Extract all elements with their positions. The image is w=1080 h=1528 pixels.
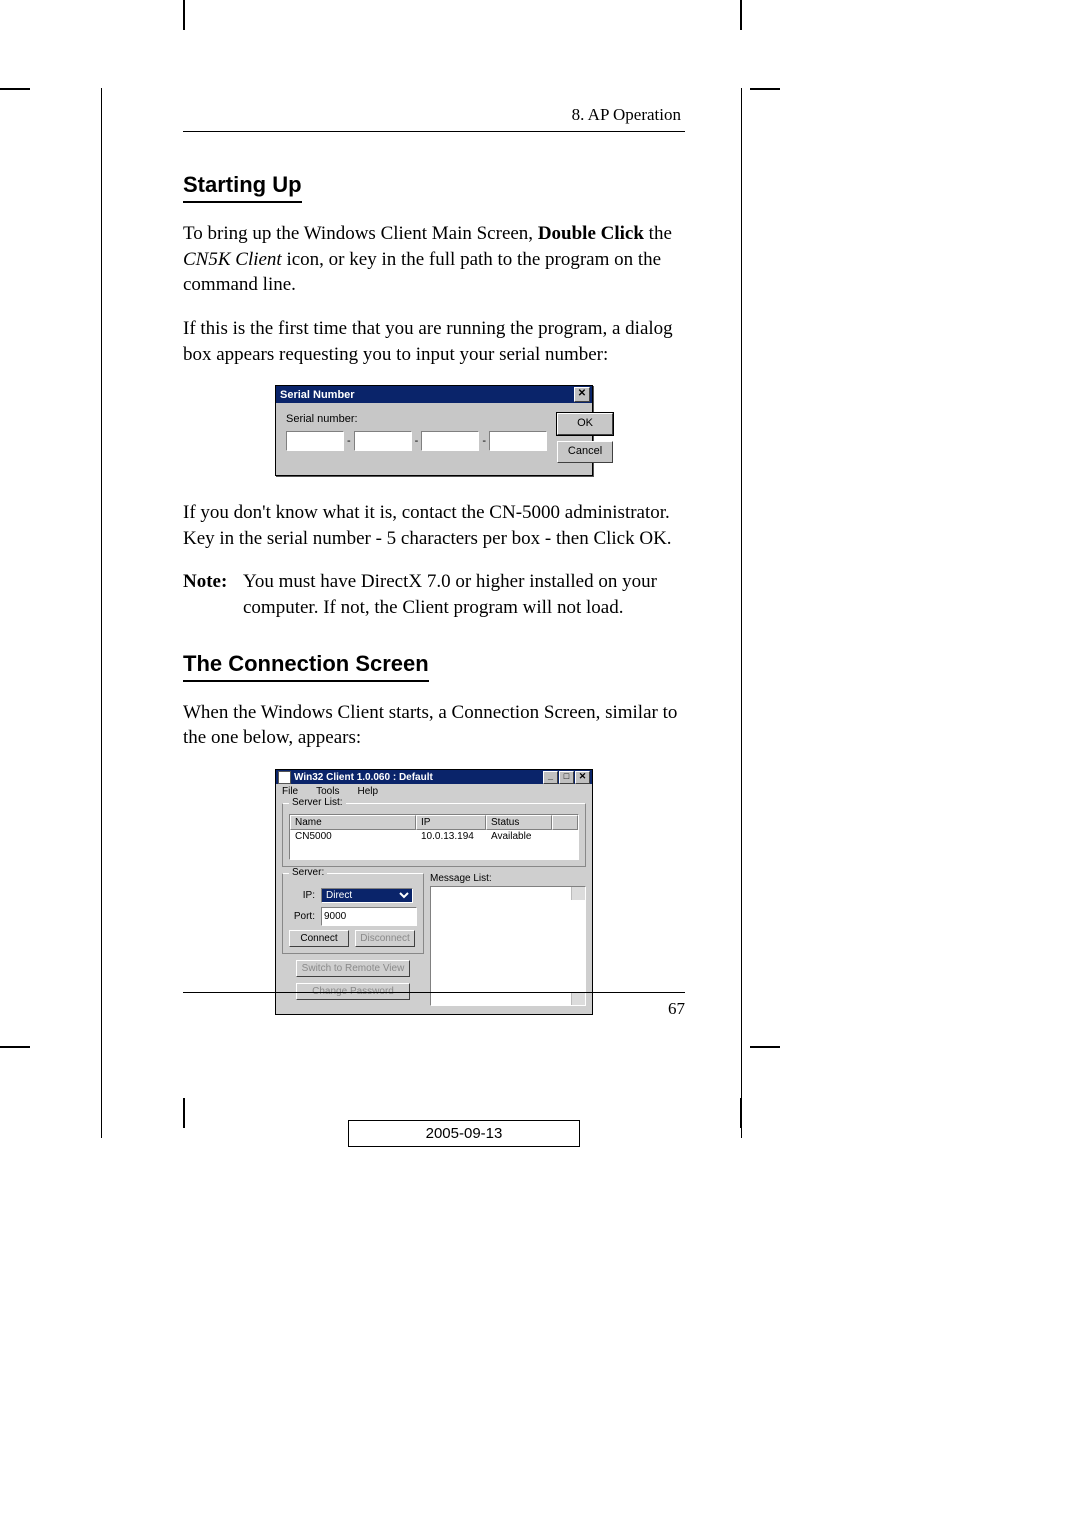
- app-icon: [278, 771, 291, 784]
- text-italic: CN5K Client: [183, 249, 282, 270]
- ip-select[interactable]: Direct: [321, 888, 413, 903]
- cancel-button[interactable]: Cancel: [557, 441, 613, 463]
- connection-window: Win32 Client 1.0.060 : Default _ □ ✕ Fil…: [275, 769, 593, 1015]
- running-head: 8. AP Operation: [183, 105, 685, 132]
- port-label: Port:: [289, 911, 315, 922]
- col-name[interactable]: Name: [290, 815, 416, 830]
- col-status[interactable]: Status: [486, 815, 552, 830]
- server-group: IP: Direct Port: Connect: [282, 873, 424, 954]
- server-list-group: Name IP Status CN5000 10.0.13.194 Availa…: [282, 803, 586, 867]
- col-ip[interactable]: IP: [416, 815, 486, 830]
- note-label: Note:: [183, 569, 243, 620]
- para-starting-up-1: To bring up the Windows Client Main Scre…: [183, 221, 685, 298]
- text-bold: Double Click: [538, 223, 644, 244]
- message-list-label: Message List:: [430, 873, 586, 884]
- footer-date: 2005-09-13: [348, 1120, 580, 1147]
- dialog-title: Serial Number: [280, 389, 574, 401]
- maximize-icon[interactable]: □: [559, 771, 574, 784]
- close-icon[interactable]: ✕: [574, 387, 590, 402]
- table-row[interactable]: CN5000 10.0.13.194 Available: [290, 830, 578, 843]
- message-list-box[interactable]: [430, 886, 586, 1006]
- serial-field-2[interactable]: [354, 431, 412, 451]
- text: the: [644, 223, 672, 244]
- text: To bring up the Windows Client Main Scre…: [183, 223, 538, 244]
- switch-remote-view-button[interactable]: Switch to Remote View: [296, 960, 410, 977]
- heading-connection-screen: The Connection Screen: [183, 651, 429, 682]
- heading-starting-up: Starting Up: [183, 172, 302, 203]
- para-connection-1: When the Windows Client starts, a Connec…: [183, 700, 685, 751]
- serial-number-dialog: Serial Number ✕ Serial number: - - -: [275, 385, 593, 476]
- cell-ip: 10.0.13.194: [416, 831, 486, 842]
- window-title: Win32 Client 1.0.060 : Default: [294, 772, 542, 783]
- menu-tools[interactable]: Tools: [316, 786, 339, 797]
- dash: -: [347, 435, 351, 447]
- serial-field-1[interactable]: [286, 431, 344, 451]
- para-starting-up-2: If this is the first time that you are r…: [183, 316, 685, 367]
- window-titlebar[interactable]: Win32 Client 1.0.060 : Default _ □ ✕: [276, 770, 592, 784]
- note-block: Note: You must have DirectX 7.0 or highe…: [183, 569, 685, 620]
- connect-button[interactable]: Connect: [289, 930, 349, 947]
- note-text: You must have DirectX 7.0 or higher inst…: [243, 569, 685, 620]
- cell-status: Available: [486, 831, 552, 842]
- menu-file[interactable]: File: [282, 786, 298, 797]
- close-icon[interactable]: ✕: [575, 771, 590, 784]
- dash: -: [415, 435, 419, 447]
- menu-help[interactable]: Help: [357, 786, 378, 797]
- para-starting-up-3: If you don't know what it is, contact th…: [183, 500, 685, 551]
- serial-field-3[interactable]: [421, 431, 479, 451]
- dash: -: [482, 435, 486, 447]
- ok-button[interactable]: OK: [557, 413, 613, 435]
- ip-label: IP:: [289, 890, 315, 901]
- scroll-up-icon[interactable]: [571, 887, 585, 900]
- server-list-table[interactable]: Name IP Status CN5000 10.0.13.194 Availa…: [289, 814, 579, 860]
- serial-field-4[interactable]: [489, 431, 547, 451]
- dialog-titlebar[interactable]: Serial Number ✕: [276, 386, 592, 403]
- col-pad: [552, 815, 578, 830]
- port-field[interactable]: [321, 907, 417, 926]
- disconnect-button[interactable]: Disconnect: [355, 930, 415, 947]
- serial-number-label: Serial number:: [286, 413, 547, 425]
- page-number: 67: [183, 992, 685, 1019]
- minimize-icon[interactable]: _: [543, 771, 558, 784]
- cell-name: CN5000: [290, 831, 416, 842]
